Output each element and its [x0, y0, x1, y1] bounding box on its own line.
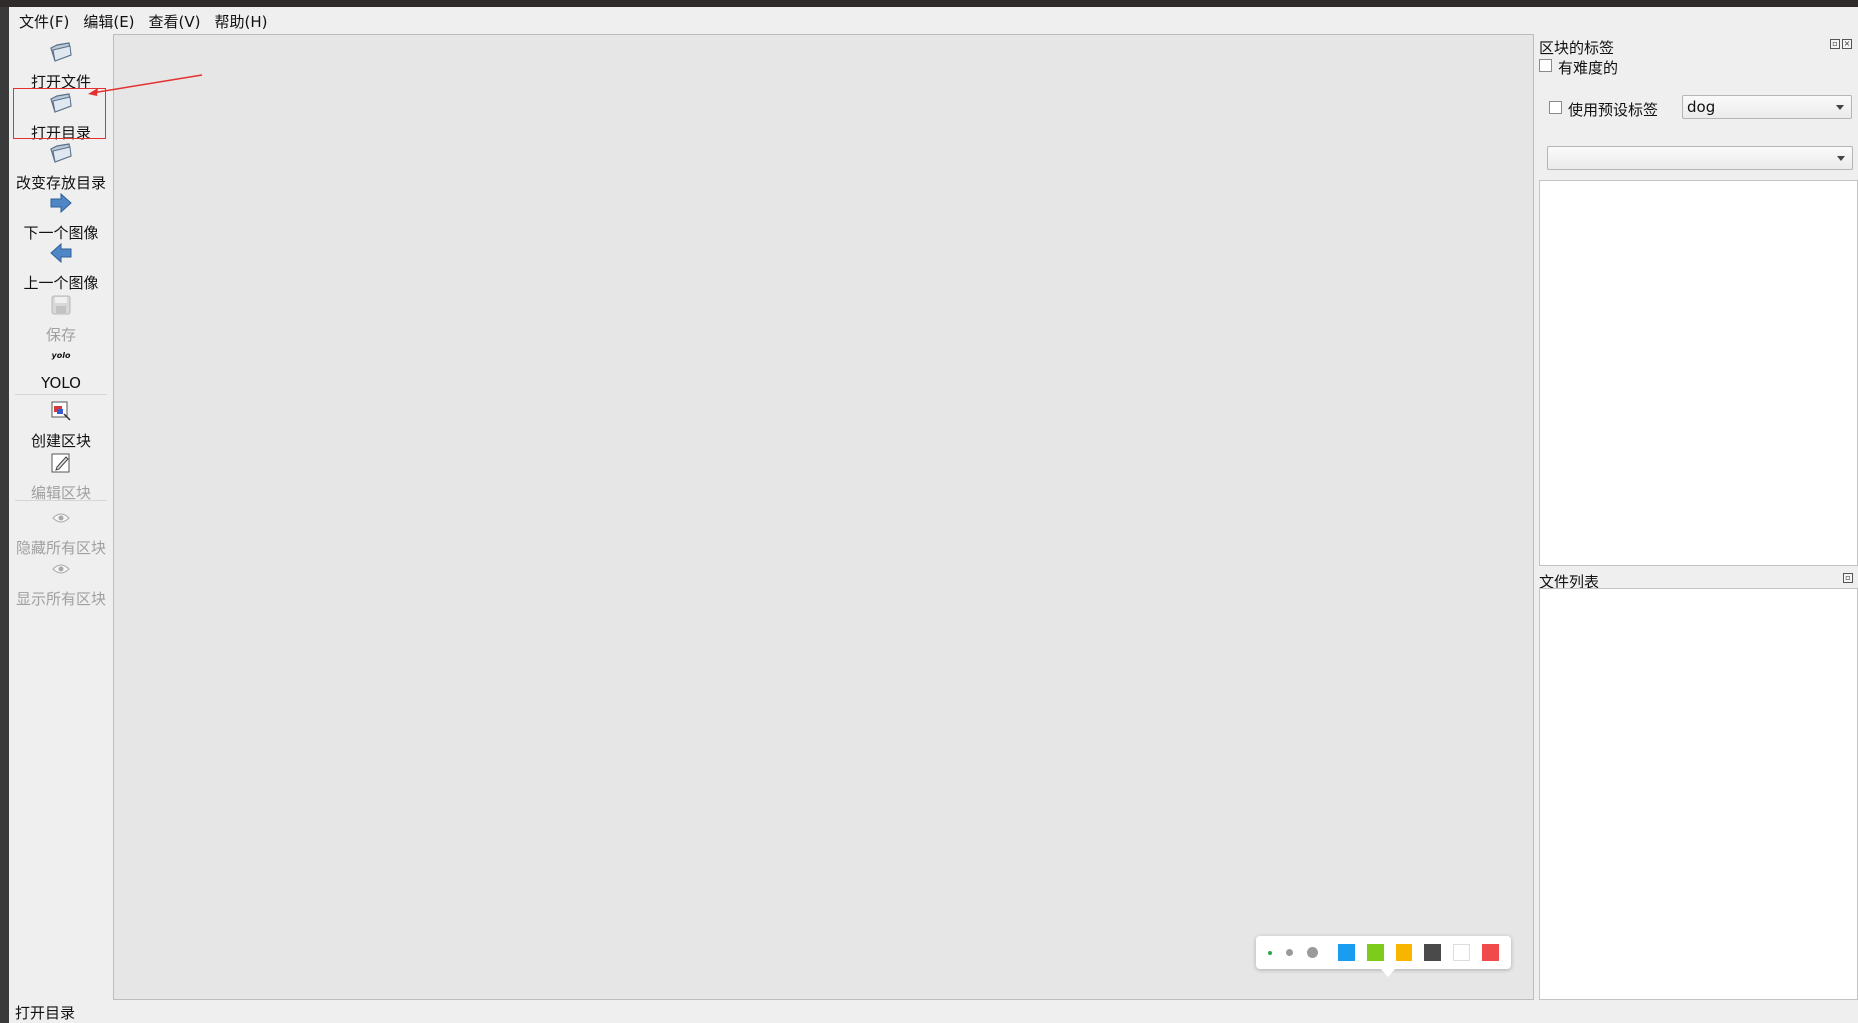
- yolo-label: YOLO: [41, 374, 81, 392]
- difficult-label: 有难度的: [1558, 59, 1619, 77]
- create-box-button[interactable]: 创建区块: [9, 396, 113, 456]
- color-swatch-yellow[interactable]: [1395, 944, 1413, 961]
- toolbar-separator: [15, 394, 107, 395]
- color-swatch-dark-gray[interactable]: [1424, 944, 1442, 961]
- yolo-format-icon: yolo: [46, 340, 76, 370]
- close-icon[interactable]: ×: [1842, 39, 1852, 49]
- default-label-select[interactable]: dog: [1682, 95, 1852, 119]
- float-icon[interactable]: ▫: [1843, 573, 1853, 583]
- eye-icon: [46, 554, 76, 584]
- eye-icon: [46, 503, 76, 533]
- float-icon[interactable]: ▫: [1830, 39, 1840, 49]
- toolbar-separator: [15, 500, 107, 501]
- labelimg-window: 文件(F) 编辑(E) 查看(V) 帮助(H) 打开文件 打开目录 改变存放目录: [9, 7, 1858, 1023]
- create-box-icon: [46, 396, 76, 426]
- color-swatch-red[interactable]: [1482, 944, 1499, 961]
- show-all-boxes-label: 显示所有区块: [15, 590, 106, 608]
- folder-open-icon: [46, 138, 76, 168]
- edit-icon: [46, 448, 76, 478]
- yolo-icon-text: yolo: [51, 350, 71, 360]
- top-panel: [0, 0, 1858, 7]
- save-icon: [46, 290, 76, 320]
- color-swatch-green[interactable]: [1366, 944, 1384, 961]
- annotation-arrow-icon: [88, 74, 203, 96]
- label-filter-select[interactable]: [1547, 146, 1853, 170]
- desktop-edge: [0, 7, 9, 1023]
- palette-pointer: [1381, 969, 1395, 977]
- pen-size-medium[interactable]: [1285, 949, 1293, 956]
- arrow-left-icon: [46, 238, 76, 268]
- edit-box-button[interactable]: 编辑区块: [9, 448, 113, 508]
- color-swatch-blue[interactable]: [1337, 944, 1355, 961]
- yolo-button[interactable]: yolo YOLO: [9, 340, 113, 400]
- menu-edit[interactable]: 编辑(E): [83, 11, 134, 32]
- menu-bar: 文件(F) 编辑(E) 查看(V) 帮助(H): [9, 7, 1858, 35]
- label-list[interactable]: [1539, 180, 1858, 566]
- menu-file[interactable]: 文件(F): [19, 11, 69, 32]
- difficult-checkbox[interactable]: [1539, 59, 1552, 72]
- folder-open-icon: [46, 37, 76, 67]
- chevron-down-icon: [1836, 105, 1844, 110]
- pen-size-large[interactable]: [1306, 947, 1318, 958]
- status-bar: 打开目录: [15, 1004, 76, 1022]
- left-toolbar: 打开文件 打开目录 改变存放目录 下一个图像 上一个图像 保存 yolo YOL…: [9, 37, 113, 1007]
- right-dock: 区块的标签 ▫ × 有难度的 使用预设标签 dog 文件列表 ▫: [1534, 35, 1858, 1007]
- box-labels-title: 区块的标签: [1539, 39, 1615, 57]
- menu-help[interactable]: 帮助(H): [215, 11, 268, 32]
- image-canvas[interactable]: [113, 34, 1534, 1000]
- file-list-dock-buttons: ▫: [1843, 573, 1853, 583]
- chevron-down-icon: [1837, 156, 1845, 161]
- color-swatch-white[interactable]: [1453, 944, 1471, 961]
- menu-view[interactable]: 查看(V): [149, 11, 201, 32]
- pen-size-small[interactable]: [1268, 950, 1272, 955]
- file-list[interactable]: [1539, 588, 1858, 1000]
- prev-image-button[interactable]: 上一个图像: [9, 238, 113, 298]
- default-label-value: dog: [1687, 98, 1716, 116]
- show-all-boxes-button[interactable]: 显示所有区块: [9, 554, 113, 614]
- arrow-right-icon: [46, 188, 76, 218]
- use-default-label-checkbox[interactable]: [1549, 101, 1562, 114]
- annotation-color-toolbar: [1256, 936, 1511, 969]
- use-default-label-label: 使用预设标签: [1568, 101, 1659, 119]
- box-labels-dock-buttons: ▫ ×: [1830, 39, 1852, 49]
